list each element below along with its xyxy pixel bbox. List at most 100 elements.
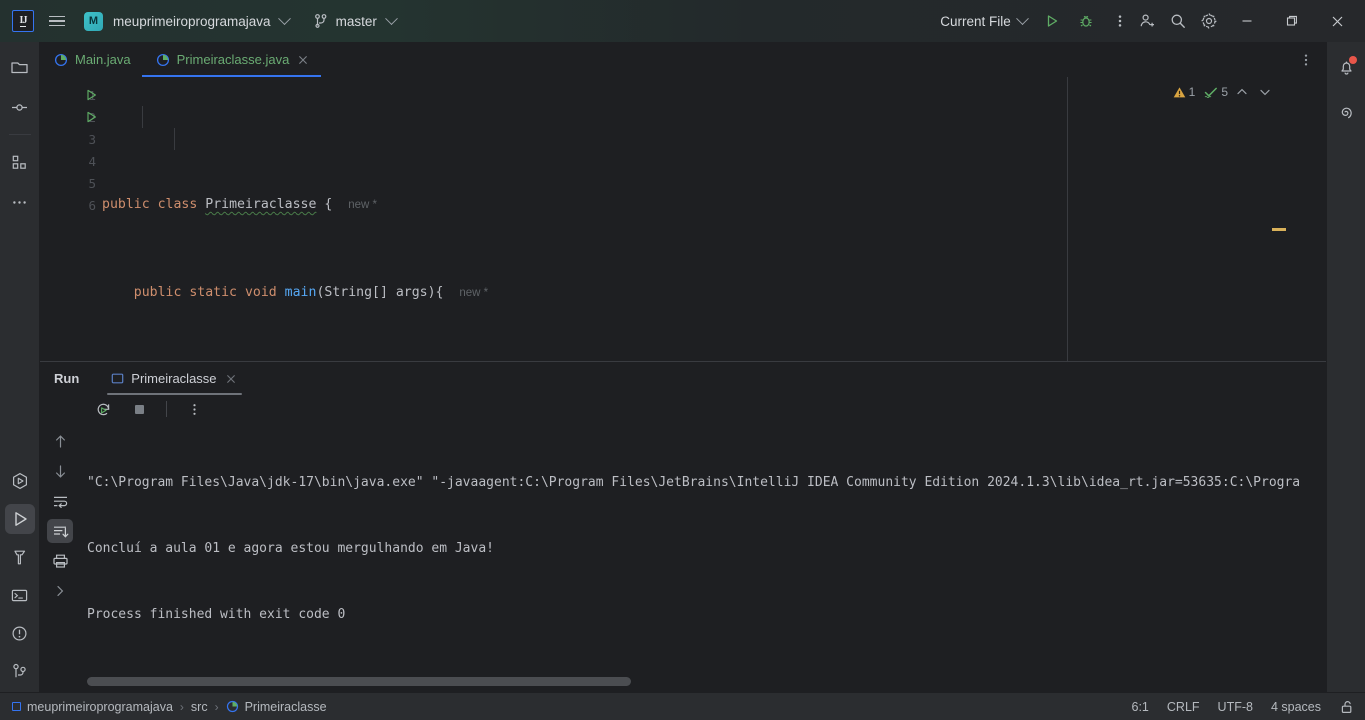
search-everywhere-button[interactable]	[1163, 7, 1193, 35]
more-vertical-icon	[1304, 53, 1308, 66]
title-bar-left: IJ M meuprimeiroprogramajava master	[8, 6, 398, 36]
java-class-icon	[156, 53, 169, 66]
file-encoding[interactable]: UTF-8	[1218, 700, 1253, 714]
editor-tab-primeiraclasse[interactable]: Primeiraclasse.java	[141, 42, 322, 77]
read-only-toggle[interactable]	[1339, 699, 1355, 715]
vcs-widget[interactable]: master	[313, 11, 398, 29]
sidebar-item-project[interactable]	[5, 52, 35, 82]
editor-tabs-more-button[interactable]	[1298, 42, 1326, 77]
sidebar-item-build[interactable]	[5, 542, 35, 572]
console-horizontal-scrollbar[interactable]	[87, 677, 1320, 686]
sidebar-item-structure[interactable]	[5, 147, 35, 177]
minimize-button[interactable]	[1225, 0, 1269, 42]
run-tab-primeiraclasse[interactable]: Primeiraclasse	[103, 362, 245, 395]
chevron-up-icon	[1237, 88, 1247, 95]
run-button[interactable]	[1037, 7, 1067, 35]
scroll-to-end-button[interactable]	[47, 519, 73, 543]
sidebar-item-run[interactable]	[4, 504, 35, 534]
line-separator[interactable]: CRLF	[1167, 700, 1200, 714]
indent-setting[interactable]: 4 spaces	[1271, 700, 1321, 714]
run-tab-close-button[interactable]	[224, 372, 238, 386]
project-badge: M	[84, 11, 103, 31]
editor-code-area[interactable]: public class Primeiraclasse { new * publ…	[102, 77, 1326, 361]
build-hammer-icon	[14, 550, 26, 564]
sidebar-item-more-tool-windows[interactable]	[5, 187, 35, 217]
editor-tab-close-button[interactable]	[296, 53, 310, 67]
chevron-down-icon	[1015, 11, 1029, 25]
gutter-run-button[interactable]	[84, 84, 98, 106]
next-occurrence-button[interactable]	[47, 459, 73, 483]
toolbar-divider	[166, 401, 167, 417]
next-problem-button[interactable]	[1256, 83, 1274, 101]
up-arrow-icon	[55, 434, 65, 448]
intellij-logo-icon[interactable]: IJ	[12, 10, 34, 32]
code-editor[interactable]: 1 2 3 4 5 6 public class Primeiraclasse …	[40, 77, 1326, 362]
breadcrumb-module-label: meuprimeiroprogramajava	[27, 699, 173, 714]
inspection-check-count: 5	[1221, 85, 1228, 99]
indent-guide	[142, 106, 143, 128]
more-vertical-icon	[192, 403, 196, 415]
git-branch-icon	[314, 14, 326, 28]
maximize-button[interactable]	[1270, 0, 1314, 42]
sidebar-item-terminal[interactable]	[5, 580, 35, 610]
close-window-button[interactable]	[1315, 0, 1359, 42]
notifications-button[interactable]	[1331, 52, 1361, 82]
previous-occurrence-button[interactable]	[47, 429, 73, 453]
inspection-widget[interactable]: 1 5	[1173, 83, 1274, 101]
method-params: (String[] args){	[316, 285, 444, 300]
java-class-icon	[226, 700, 238, 713]
more-tool-windows-icon	[13, 200, 26, 204]
scrollbar-warning-marker[interactable]	[1272, 228, 1286, 231]
unlocked-icon	[1341, 700, 1352, 713]
chevron-down-icon[interactable]	[277, 11, 291, 25]
hamburger-menu-icon[interactable]	[42, 6, 72, 36]
run-configuration-selector[interactable]: Current File	[934, 11, 1033, 32]
soft-wrap-button[interactable]	[47, 489, 73, 513]
run-panel-title: Run	[54, 371, 80, 386]
more-actions-button[interactable]	[1105, 7, 1135, 35]
stop-button[interactable]	[126, 397, 152, 421]
ai-assistant-button[interactable]	[1331, 98, 1361, 128]
sidebar-item-problems[interactable]	[5, 618, 35, 648]
down-arrow-icon	[55, 464, 65, 478]
main-row: Main.java Primeiraclasse.java 1 2 3 4 5 …	[0, 42, 1365, 692]
open-brace: {	[324, 197, 333, 212]
line-number: 5	[88, 175, 96, 191]
warning-indicator[interactable]: 1	[1173, 85, 1195, 99]
sidebar-item-run-configurations[interactable]	[5, 466, 35, 496]
inspection-check-indicator[interactable]: 5	[1204, 85, 1228, 99]
project-name[interactable]: meuprimeiroprogramajava	[113, 14, 271, 29]
settings-button[interactable]	[1194, 7, 1224, 35]
expand-button[interactable]	[47, 579, 73, 603]
caret-position[interactable]: 6:1	[1132, 700, 1149, 714]
sidebar-item-git[interactable]	[5, 656, 35, 686]
project-tool-icon	[11, 61, 28, 73]
gutter-run-button[interactable]	[84, 106, 98, 128]
line-number: 4	[88, 153, 96, 169]
breadcrumb-class[interactable]: Primeiraclasse	[226, 700, 327, 714]
search-icon	[1171, 14, 1185, 28]
breadcrumb-src[interactable]: src	[191, 700, 208, 714]
git-tool-icon	[13, 663, 26, 677]
structure-tool-icon	[12, 155, 26, 169]
commit-tool-icon	[12, 103, 27, 111]
breadcrumb-class-label: Primeiraclasse	[244, 699, 327, 714]
editor-gutter[interactable]: 1 2 3 4 5 6	[40, 77, 102, 361]
minimize-icon	[1242, 20, 1252, 22]
editor-tab-main[interactable]: Main.java	[40, 42, 142, 77]
console-output[interactable]: "C:\Program Files\Java\jdk-17\bin\java.e…	[80, 423, 1326, 692]
rerun-button[interactable]	[90, 397, 116, 421]
add-account-button[interactable]	[1132, 7, 1162, 35]
run-more-options-button[interactable]	[181, 397, 207, 421]
run-configuration-label: Current File	[940, 13, 1011, 29]
line-number: 6	[88, 197, 96, 213]
sidebar-item-commit[interactable]	[5, 92, 35, 122]
debug-button[interactable]	[1071, 7, 1101, 35]
console-line: "C:\Program Files\Java\jdk-17\bin\java.e…	[87, 475, 1301, 490]
problems-icon	[12, 625, 27, 641]
previous-problem-button[interactable]	[1233, 83, 1251, 101]
print-button[interactable]	[47, 549, 73, 573]
code-line-2: public static void main(String[] args){ …	[102, 282, 1326, 304]
breadcrumb-module[interactable]: meuprimeiroprogramajava	[12, 700, 173, 714]
inlay-hint: new *	[348, 199, 377, 211]
